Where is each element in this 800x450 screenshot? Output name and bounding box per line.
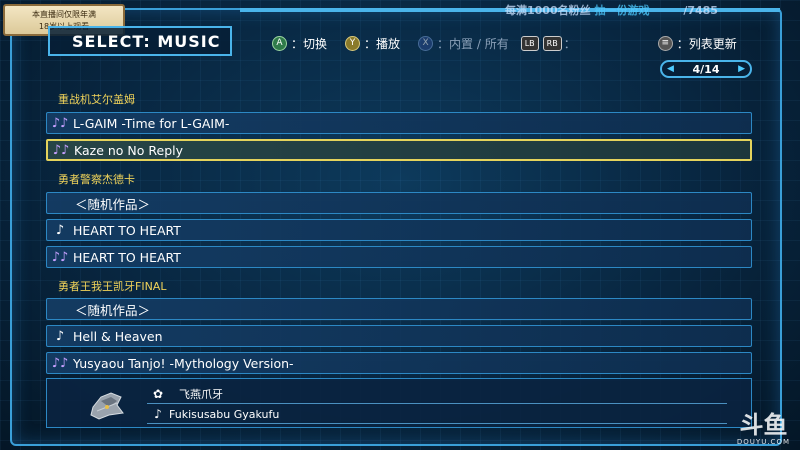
detail-music-line: ♪ Fukisusabu Gyakufu [147, 405, 727, 424]
detail-panel: ✿ 飞燕爪牙 ♪ Fukisusabu Gyakufu [46, 378, 752, 428]
x-button-icon: X [418, 35, 434, 51]
music-title: L-GAIM -Time for L-GAIM- [73, 115, 230, 131]
detail-music-name: Fukisusabu Gyakufu [169, 407, 280, 421]
a-button-icon: A [272, 35, 287, 51]
help-play[interactable]: Y ：播放 [345, 35, 400, 52]
music-title: HEART TO HEART [73, 222, 181, 238]
page-next-icon[interactable]: ▶ [738, 64, 745, 74]
help-refresh[interactable]: ≡ ：列表更新 [657, 35, 737, 52]
help-switch[interactable]: A ：切换 [272, 35, 327, 52]
lb-button-icon: LB [520, 35, 539, 51]
overlay-mid: 抽一份游戏 [594, 4, 650, 17]
random-title: ＜随机作品＞ [75, 302, 151, 318]
help-filter[interactable]: X ：内置 / 所有 LB RB ： [418, 35, 576, 52]
random-row[interactable]: ＜随机作品＞ [46, 192, 752, 214]
help-lbrb-label: ： [563, 36, 576, 51]
help-filter-label: ：内置 / 所有 [437, 36, 509, 51]
rb-button-icon: RB [542, 35, 562, 51]
page-prev-icon[interactable]: ◀ [667, 64, 674, 74]
random-title: ＜随机作品＞ [75, 196, 151, 212]
menu-button-icon: ≡ [657, 35, 673, 51]
stream-overlay-text: 每满1000名粉丝 抽一份游戏 /7485 [505, 2, 718, 18]
music-note-icon: ♪♪ [51, 355, 69, 371]
skill-icon: ✿ [152, 387, 164, 401]
music-note-icon: ♪ [55, 222, 65, 238]
mech-unit-icon [90, 392, 124, 420]
overlay-left: 每满1000名粉丝 [505, 4, 591, 17]
music-row-selected[interactable]: ♪♪ Kaze no No Reply [46, 139, 752, 161]
button-help-bar: A ：切换 Y ：播放 X ：内置 / 所有 LB RB ： ≡ ：列表更新 [272, 34, 755, 52]
badge-line-1: 本直播间仅限年满 [32, 10, 96, 19]
music-row[interactable]: ♪♪ Yusyaou Tanjo! -Mythology Version- [46, 352, 752, 374]
help-play-label: ：播放 [364, 36, 401, 51]
music-note-icon: ♪♪ [52, 142, 70, 158]
music-row[interactable]: ♪♪ HEART TO HEART [46, 246, 752, 268]
music-title: Kaze no No Reply [74, 142, 183, 158]
music-title: Hell & Heaven [73, 328, 163, 344]
watermark-url: DOUYU.COM [736, 438, 790, 446]
music-row[interactable]: ♪♪ L-GAIM -Time for L-GAIM- [46, 112, 752, 134]
screen-title-text: SELECT: MUSIC [72, 31, 221, 51]
detail-skill-line: ✿ 飞燕爪牙 [147, 385, 727, 404]
music-title: HEART TO HEART [73, 249, 181, 265]
random-row[interactable]: ＜随机作品＞ [46, 298, 752, 320]
group-label: 勇者警察杰德卡 [58, 173, 135, 186]
music-note-icon: ♪ [154, 407, 162, 421]
y-button-icon: Y [345, 35, 361, 51]
skill-name: 飞燕爪牙 [179, 388, 223, 401]
screen-title: SELECT: MUSIC [48, 26, 232, 56]
page-indicator[interactable]: ◀ 4/14 ▶ [660, 60, 752, 78]
music-row[interactable]: ♪ Hell & Heaven [46, 325, 752, 347]
music-note-icon: ♪♪ [51, 115, 69, 131]
help-switch-label: ：切换 [291, 36, 328, 51]
music-note-icon: ♪ [55, 328, 65, 344]
music-title: Yusyaou Tanjo! -Mythology Version- [73, 355, 294, 371]
overlay-right: /7485 [683, 4, 718, 17]
watermark-logo: 斗鱼 [739, 411, 788, 439]
group-label: 勇者王我王凯牙FINAL [58, 280, 167, 293]
group-label: 重战机艾尔盖姆 [58, 93, 135, 106]
music-row[interactable]: ♪ HEART TO HEART [46, 219, 752, 241]
page-number: 4/14 [692, 62, 720, 76]
help-refresh-label: ：列表更新 [676, 36, 737, 51]
music-note-icon: ♪♪ [51, 249, 69, 265]
douyu-watermark: 斗鱼 DOUYU.COM [737, 412, 790, 446]
